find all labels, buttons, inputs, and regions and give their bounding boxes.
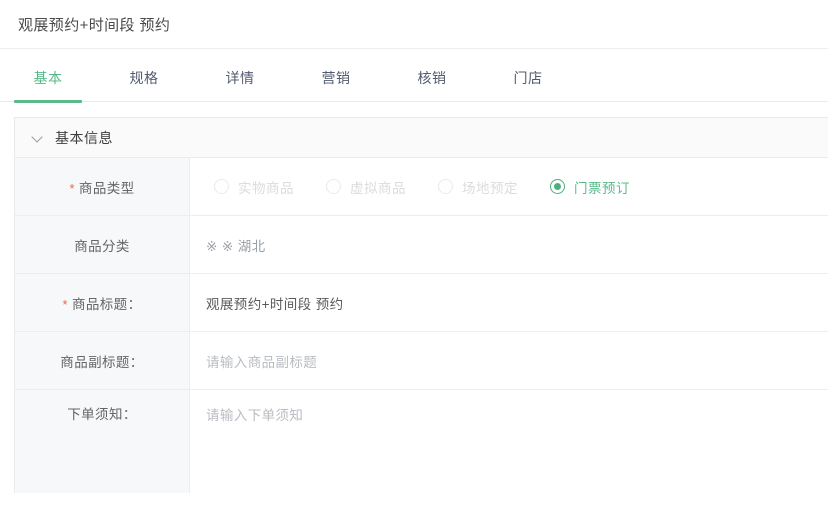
tab-details[interactable]: 详情 [192, 68, 288, 102]
basic-info-card: 基本信息 * 商品类型 实物商品 虚拟商品 场地预定 门票预订 商品分类 ※ ※… [14, 117, 828, 493]
form-value-product-subtitle[interactable]: 请输入商品副标题 [190, 332, 828, 389]
form-label-text: 商品分类 [74, 238, 130, 254]
tabs-spacer [0, 102, 828, 117]
radio-option-ticket-booking[interactable]: 门票预订 [550, 177, 630, 197]
form-row-product-title: * 商品标题： 观展预约+时间段 预约 [15, 274, 828, 332]
form-label-product-category: 商品分类 [15, 216, 190, 273]
product-type-radio-group: 实物商品 虚拟商品 场地预定 门票预订 [206, 177, 630, 197]
tab-label: 基本 [33, 70, 63, 86]
form-value-product-title[interactable]: 观展预约+时间段 预约 [190, 274, 828, 331]
tab-stores[interactable]: 门店 [480, 68, 576, 102]
tab-specs[interactable]: 规格 [96, 68, 192, 102]
product-subtitle-input[interactable]: 请输入商品副标题 [206, 351, 317, 371]
tab-bar: 基本 规格 详情 营销 核销 门店 [0, 49, 828, 103]
radio-circle-icon[interactable] [438, 179, 453, 194]
product-category-value: ※ ※ 湖北 [206, 238, 266, 254]
tab-marketing[interactable]: 营销 [288, 68, 384, 102]
required-star-icon: * [62, 297, 68, 312]
form-value-product-type: 实物商品 虚拟商品 场地预定 门票预订 [190, 158, 828, 215]
form-row-order-notice: 下单须知： 请输入下单须知 [15, 390, 828, 493]
radio-label: 实物商品 [238, 180, 294, 196]
form-row-product-category: 商品分类 ※ ※ 湖北 [15, 216, 828, 274]
form-row-product-subtitle: 商品副标题： 请输入商品副标题 [15, 332, 828, 390]
form-label-text: 商品标题： [71, 296, 142, 312]
form-value-order-notice[interactable]: 请输入下单须知 [190, 390, 828, 493]
product-title-input[interactable]: 观展预约+时间段 预约 [206, 293, 344, 313]
form-label-text: 商品副标题： [60, 354, 144, 370]
page-header: 观展预约+时间段 预约 [0, 0, 828, 49]
form-label-order-notice: 下单须知： [15, 390, 190, 493]
tab-list: 基本 规格 详情 营销 核销 门店 [0, 49, 828, 103]
tab-verification[interactable]: 核销 [384, 68, 480, 102]
page-title: 观展预约+时间段 预约 [18, 16, 171, 34]
form-label-product-type: * 商品类型 [15, 158, 190, 215]
form-label-text: 商品类型 [78, 180, 135, 196]
tab-label: 规格 [129, 70, 159, 86]
radio-circle-icon[interactable] [214, 179, 229, 194]
form-label-text: 下单须知： [67, 407, 137, 422]
radio-option-venue-booking[interactable]: 场地预定 [438, 177, 518, 197]
tab-label: 详情 [225, 70, 255, 86]
radio-label: 虚拟商品 [350, 180, 406, 196]
section-title: 基本信息 [55, 129, 113, 146]
tab-basic[interactable]: 基本 [0, 68, 96, 103]
radio-option-virtual-goods[interactable]: 虚拟商品 [326, 177, 406, 197]
radio-label: 门票预订 [574, 180, 630, 196]
basic-info-card-header[interactable]: 基本信息 [15, 118, 828, 158]
tab-label: 核销 [417, 70, 447, 86]
basic-info-form: * 商品类型 实物商品 虚拟商品 场地预定 门票预订 商品分类 ※ ※ 湖北 *… [15, 158, 828, 493]
radio-option-physical-goods[interactable]: 实物商品 [214, 177, 294, 197]
form-label-product-title: * 商品标题： [15, 274, 190, 331]
required-star-icon: * [69, 181, 75, 196]
form-value-product-category[interactable]: ※ ※ 湖北 [190, 216, 828, 273]
form-label-product-subtitle: 商品副标题： [15, 332, 190, 389]
chevron-down-icon[interactable] [32, 131, 45, 144]
tab-label: 门店 [513, 70, 543, 86]
radio-label: 场地预定 [462, 180, 518, 196]
order-notice-textarea[interactable]: 请输入下单须知 [206, 404, 303, 424]
tab-label: 营销 [321, 70, 351, 86]
form-row-product-type: * 商品类型 实物商品 虚拟商品 场地预定 门票预订 [15, 158, 828, 216]
radio-circle-selected-icon[interactable] [550, 179, 565, 194]
radio-circle-icon[interactable] [326, 179, 341, 194]
